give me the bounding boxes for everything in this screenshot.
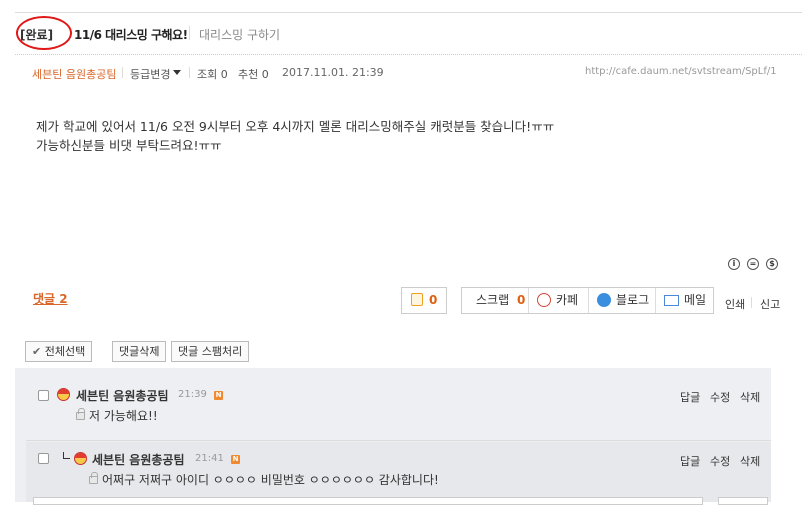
comment-input[interactable] <box>33 497 703 505</box>
mail-share-button[interactable]: 메일 <box>656 288 714 313</box>
comment-time: 21:39 <box>178 389 207 400</box>
title-dotted-divider <box>15 54 802 55</box>
blog-share-button[interactable]: 블로그 <box>589 288 655 313</box>
post-url-link[interactable]: http://cafe.daum.net/svtstream/SpLf/1 <box>585 66 777 77</box>
post-body-line: 제가 학교에 있어서 11/6 오전 9시부터 오후 4시까지 멜론 대리스밍해… <box>36 119 555 134</box>
chevron-down-icon[interactable] <box>173 70 181 75</box>
view-count: 조회 0 <box>197 68 228 81</box>
action-divider <box>751 297 752 308</box>
select-all-button[interactable]: ✔ 전체선택 <box>25 341 93 362</box>
blog-icon <box>597 293 611 307</box>
post-title: 11/6 대리스밍 구해요! <box>74 28 188 42</box>
scrap-count: 0 <box>516 293 526 307</box>
grade-change-button[interactable]: 등급변경 <box>130 66 170 82</box>
share-toolbar: 스크랩 0 카페 블로그 메일 <box>461 287 714 314</box>
reply-arrow-icon <box>63 452 70 459</box>
comment-checkbox[interactable] <box>38 453 49 464</box>
thumbs-up-icon <box>411 293 423 306</box>
author-link[interactable]: 세븐틴 음원총공팀 <box>32 66 116 82</box>
comment-submit-button[interactable] <box>718 497 768 505</box>
new-badge: N <box>231 455 240 464</box>
comment-checkbox[interactable] <box>38 390 49 401</box>
cafe-share-button[interactable]: 카페 <box>529 288 588 313</box>
lock-icon <box>76 408 85 420</box>
scrap-label: 스크랩 <box>476 293 510 307</box>
select-all-label: 전체선택 <box>44 345 86 358</box>
spam-comments-button[interactable]: 댓글 스팸처리 <box>171 341 250 362</box>
comment-author[interactable]: 세븐틴 음원총공팀 <box>92 451 185 468</box>
comment-divider <box>26 440 771 441</box>
check-icon: ✔ <box>32 345 42 358</box>
cafe-label: 카페 <box>556 293 579 307</box>
mail-icon <box>664 295 679 306</box>
edit-link[interactable]: 수정 <box>710 453 730 469</box>
delete-link[interactable]: 삭제 <box>740 389 760 405</box>
cc-by-icon[interactable]: i <box>728 258 740 270</box>
new-badge: N <box>214 391 223 400</box>
post-body-line: 가능하신분들 비댓 부탁드려요!ㅠㅠ <box>36 138 222 153</box>
top-divider <box>15 12 802 13</box>
post-date: 2017.11.01. 21:39 <box>282 66 384 79</box>
delete-comments-button[interactable]: 댓글삭제 <box>112 341 167 362</box>
comment-time: 21:41 <box>195 453 224 464</box>
comment-text: 어쩌구 저쩌구 아이디 ㅇㅇㅇㅇ 비밀번호 ㅇㅇㅇㅇㅇㅇ 감사합니다! <box>102 473 439 487</box>
reply-link[interactable]: 답글 <box>680 389 700 405</box>
meta-divider <box>189 67 190 78</box>
like-button[interactable]: 0 <box>401 287 447 314</box>
status-tag: [완료] <box>20 28 54 42</box>
delete-link[interactable]: 삭제 <box>740 453 760 469</box>
mail-label: 메일 <box>684 293 707 307</box>
reply-link[interactable]: 답글 <box>680 453 700 469</box>
board-category-link[interactable]: 대리스밍 구하기 <box>199 26 280 43</box>
avatar-icon <box>74 452 87 465</box>
avatar-icon <box>57 388 70 401</box>
report-link[interactable]: 신고 <box>760 296 780 312</box>
edit-link[interactable]: 수정 <box>710 389 730 405</box>
cafe-icon <box>537 293 551 307</box>
like-count: 0 <box>429 293 438 307</box>
print-link[interactable]: 인쇄 <box>725 296 745 312</box>
meta-divider <box>122 67 123 78</box>
recommend-count: 추천 0 <box>238 68 269 81</box>
lock-icon <box>89 472 98 484</box>
blog-label: 블로그 <box>616 293 650 307</box>
comment-count-link[interactable]: 댓글 2 <box>33 290 68 307</box>
title-divider <box>189 26 190 40</box>
comment-text: 저 가능해요!! <box>89 409 158 423</box>
comment-author[interactable]: 세븐틴 음원총공팀 <box>76 387 169 404</box>
scrap-button[interactable]: 스크랩 0 <box>476 288 525 313</box>
cc-nd-icon[interactable]: = <box>747 258 759 270</box>
cc-nc-icon[interactable]: $ <box>766 258 778 270</box>
